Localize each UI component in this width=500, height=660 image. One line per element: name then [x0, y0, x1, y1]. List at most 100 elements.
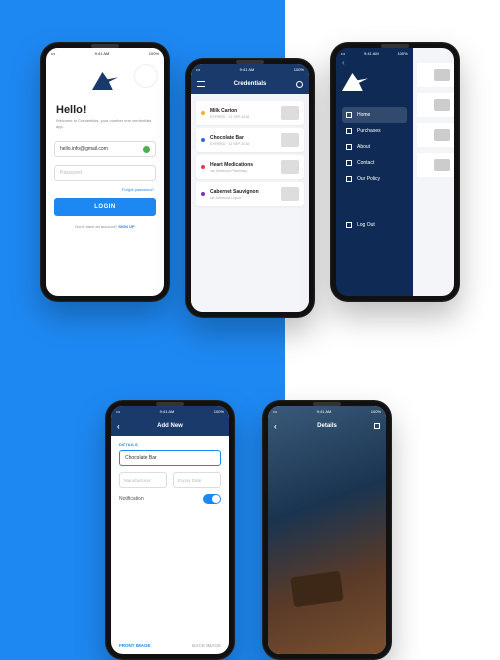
item-title: Cabernet Sauvignon	[210, 189, 281, 195]
back-icon[interactable]: ‹	[342, 58, 407, 67]
manufacturer-field[interactable]: Manufacturer	[119, 472, 167, 488]
status-time: 9:41 AM	[240, 67, 255, 72]
status-bar: ••• 9:41 AM 100%	[191, 64, 309, 74]
status-time: 9:41 AM	[95, 51, 110, 56]
battery-icon: 100%	[371, 409, 381, 414]
logout-icon	[346, 222, 352, 228]
nav-drawer: ••• 9:41 AM 100% ‹ Home Purchases About …	[336, 48, 413, 296]
image-buttons: FRONT IMAGE BACK IMAGE	[111, 637, 229, 654]
back-icon[interactable]: ‹	[117, 422, 120, 431]
signal-icon: •••	[341, 51, 345, 56]
phone-login: ••• 9:41 AM 100% Hello! Welcome to Crede…	[40, 42, 170, 302]
check-icon	[143, 146, 150, 153]
item-subtitle: via Johnsons Pharmacy	[210, 169, 281, 173]
email-field[interactable]: hello.info@gmail.com	[54, 141, 156, 157]
doc-icon	[346, 176, 352, 182]
nav-item-purchases[interactable]: Purchases	[342, 123, 407, 139]
phone-details: ••• 9:41 AM 100% ‹ Details	[262, 400, 392, 660]
login-button[interactable]: LOGIN	[54, 198, 156, 216]
placeholder: Manufacturer	[124, 478, 151, 483]
expiry-field[interactable]: Expiry Date	[173, 472, 221, 488]
status-time: 9:41 AM	[364, 51, 379, 56]
item-thumbnail	[434, 159, 450, 171]
name-field[interactable]: Chocolate Bar	[119, 450, 221, 466]
status-time: 9:41 AM	[317, 409, 332, 414]
item-thumbnail	[434, 99, 450, 111]
nav-item-logout[interactable]: Log Out	[342, 217, 407, 233]
status-dot-icon	[201, 138, 205, 142]
status-dot-icon	[201, 111, 205, 115]
status-dot-icon	[201, 165, 205, 169]
status-bar: ••• 9:41 AM 100%	[111, 406, 229, 416]
phone-add-new: ••• 9:41 AM 100% ‹ Add New DETAILS Choco…	[105, 400, 235, 660]
greeting-subtitle: Welcome to Credentials, your number one …	[46, 118, 164, 137]
credentials-list: Milk CartonEXPIRED · 21 SEP 2018 Chocola…	[191, 94, 309, 312]
cart-icon	[346, 128, 352, 134]
phone-credentials: ••• 9:41 AM 100% Credentials Milk Carton…	[185, 58, 315, 318]
brand-logo-icon	[92, 72, 118, 90]
list-item[interactable]: Heart Medicationsvia Johnsons Pharmacy	[196, 155, 304, 179]
item-thumbnail	[281, 187, 299, 201]
signup-prefix: Don't have an account?	[75, 224, 118, 229]
name-value: Chocolate Bar	[125, 455, 157, 461]
item-thumbnail	[434, 69, 450, 81]
item-title: Chocolate Bar	[210, 135, 281, 141]
signal-icon: •••	[116, 409, 120, 414]
placeholder: Expiry Date	[178, 478, 201, 483]
signup-link[interactable]: SIGN UP	[118, 224, 134, 229]
mail-icon	[346, 160, 352, 166]
content-peek	[413, 48, 454, 296]
item-subtitle: EXPIRED · 21 SEP 2018	[210, 115, 281, 119]
list-item[interactable]: Cabernet Sauvignonvia Johnsons Liquor	[196, 182, 304, 206]
header-bar: ‹ Add New	[111, 416, 229, 436]
page-title: Details	[317, 423, 337, 429]
battery-icon: 100%	[294, 67, 304, 72]
status-bar: ••• 9:41 AM 100%	[46, 48, 164, 58]
signal-icon: •••	[51, 51, 55, 56]
nav-item-about[interactable]: About	[342, 139, 407, 155]
nav-label: Our Policy	[357, 176, 380, 182]
item-subtitle: EXPIRED · 12 SEP 2018	[210, 142, 281, 146]
status-dot-icon	[201, 192, 205, 196]
status-bar: ••• 9:41 AM 100%	[268, 406, 386, 416]
signal-icon: •••	[273, 409, 277, 414]
section-label: DETAILS	[119, 442, 221, 447]
item-title: Milk Carton	[210, 108, 281, 114]
phone-drawer: ••• 9:41 AM 100% ‹ Home Purchases About …	[330, 42, 460, 302]
list-item[interactable]	[417, 63, 454, 87]
product-image	[268, 406, 386, 654]
logo-area	[46, 58, 164, 104]
battery-icon: 100%	[397, 51, 407, 56]
item-thumbnail	[281, 106, 299, 120]
back-image-button[interactable]: BACK IMAGE	[192, 643, 221, 648]
notification-toggle[interactable]	[203, 494, 221, 504]
status-time: 9:41 AM	[160, 409, 175, 414]
nav-item-home[interactable]: Home	[342, 107, 407, 123]
edit-icon[interactable]	[374, 423, 380, 429]
nav-item-policy[interactable]: Our Policy	[342, 171, 407, 187]
notification-row: Notification	[119, 494, 221, 504]
signal-icon: •••	[196, 67, 200, 72]
nav-item-contact[interactable]: Contact	[342, 155, 407, 171]
forgot-password-link[interactable]: Forgot password?	[46, 185, 164, 198]
header-bar: Credentials	[191, 74, 309, 94]
password-field[interactable]: Password	[54, 165, 156, 181]
back-icon[interactable]: ‹	[274, 422, 277, 431]
header-bar: ‹ Details	[268, 416, 386, 436]
list-item[interactable]	[417, 93, 454, 117]
list-item[interactable]	[417, 123, 454, 147]
nav-label: Home	[357, 112, 370, 118]
menu-icon[interactable]	[197, 81, 205, 87]
notification-label: Notification	[119, 496, 144, 502]
email-value: hello.info@gmail.com	[60, 146, 108, 152]
list-item[interactable]: Milk CartonEXPIRED · 21 SEP 2018	[196, 101, 304, 125]
item-thumbnail	[281, 133, 299, 147]
list-item[interactable]: Chocolate BarEXPIRED · 12 SEP 2018	[196, 128, 304, 152]
battery-icon: 100%	[149, 51, 159, 56]
signup-prompt: Don't have an account? SIGN UP	[46, 224, 164, 229]
front-image-button[interactable]: FRONT IMAGE	[119, 643, 151, 648]
list-item[interactable]	[417, 153, 454, 177]
page-title: Credentials	[234, 81, 267, 87]
battery-icon: 100%	[214, 409, 224, 414]
search-icon[interactable]	[296, 81, 303, 88]
